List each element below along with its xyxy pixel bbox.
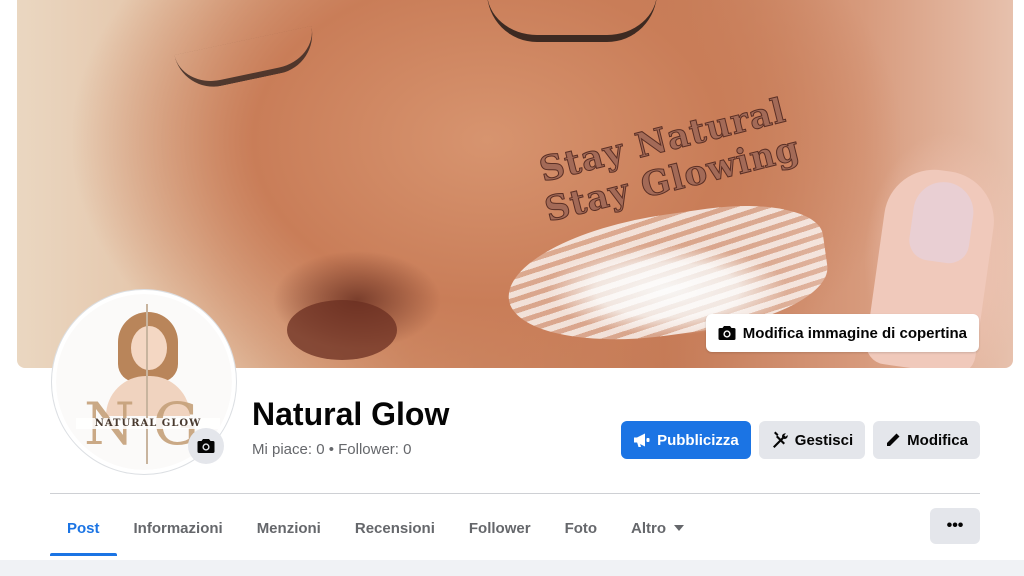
edit-cover-label: Modifica immagine di copertina — [742, 324, 967, 342]
tab-label: Follower — [468, 519, 531, 537]
edit-label: Modifica — [907, 431, 968, 449]
camera-icon — [197, 438, 215, 454]
tab-label: Menzioni — [256, 519, 321, 537]
cover-eye-right — [487, 0, 657, 42]
more-options-button[interactable]: ••• — [930, 508, 980, 544]
edit-button[interactable]: Modifica — [873, 421, 980, 459]
cover-nose-shadow — [287, 300, 397, 360]
tab-label: Recensioni — [354, 519, 435, 537]
edit-cover-button[interactable]: Modifica immagine di copertina — [705, 314, 979, 352]
tab-post[interactable]: Post — [50, 500, 117, 556]
pencil-icon — [885, 432, 901, 448]
page-tabs: Post Informazioni Menzioni Recensioni Fo… — [50, 500, 701, 556]
update-profile-picture-button[interactable] — [188, 428, 224, 464]
cover-eye-left — [174, 25, 320, 95]
tab-altro[interactable]: Altro — [614, 500, 701, 556]
avatar-brand-text: NATURAL GLOW — [76, 418, 220, 429]
manage-label: Gestisci — [794, 431, 854, 449]
manage-button[interactable]: Gestisci — [758, 421, 866, 459]
tab-follower[interactable]: Follower — [452, 500, 548, 556]
page-stats: Mi piace: 0 • Follower: 0 — [252, 441, 412, 458]
page-title: Natural Glow — [252, 396, 450, 432]
caret-down-icon — [674, 525, 685, 531]
tab-label: Informazioni — [133, 519, 223, 537]
tab-menzioni[interactable]: Menzioni — [240, 500, 338, 556]
tab-recensioni[interactable]: Recensioni — [338, 500, 452, 556]
promote-label: Pubblicizza — [657, 431, 739, 449]
page-actions: Pubblicizza Gestisci Modifica — [621, 421, 980, 459]
tab-foto[interactable]: Foto — [548, 500, 614, 556]
tab-informazioni[interactable]: Informazioni — [117, 500, 240, 556]
tools-icon — [771, 431, 789, 449]
tab-label: Altro — [631, 519, 667, 537]
megaphone-icon — [633, 432, 651, 448]
tab-label: Post — [67, 519, 100, 537]
promote-button[interactable]: Pubblicizza — [621, 421, 751, 459]
header-divider — [50, 493, 980, 494]
tab-label: Foto — [564, 519, 598, 537]
feed-background — [0, 560, 1024, 576]
avatar-illustration-face — [131, 326, 167, 370]
camera-icon — [718, 325, 736, 341]
